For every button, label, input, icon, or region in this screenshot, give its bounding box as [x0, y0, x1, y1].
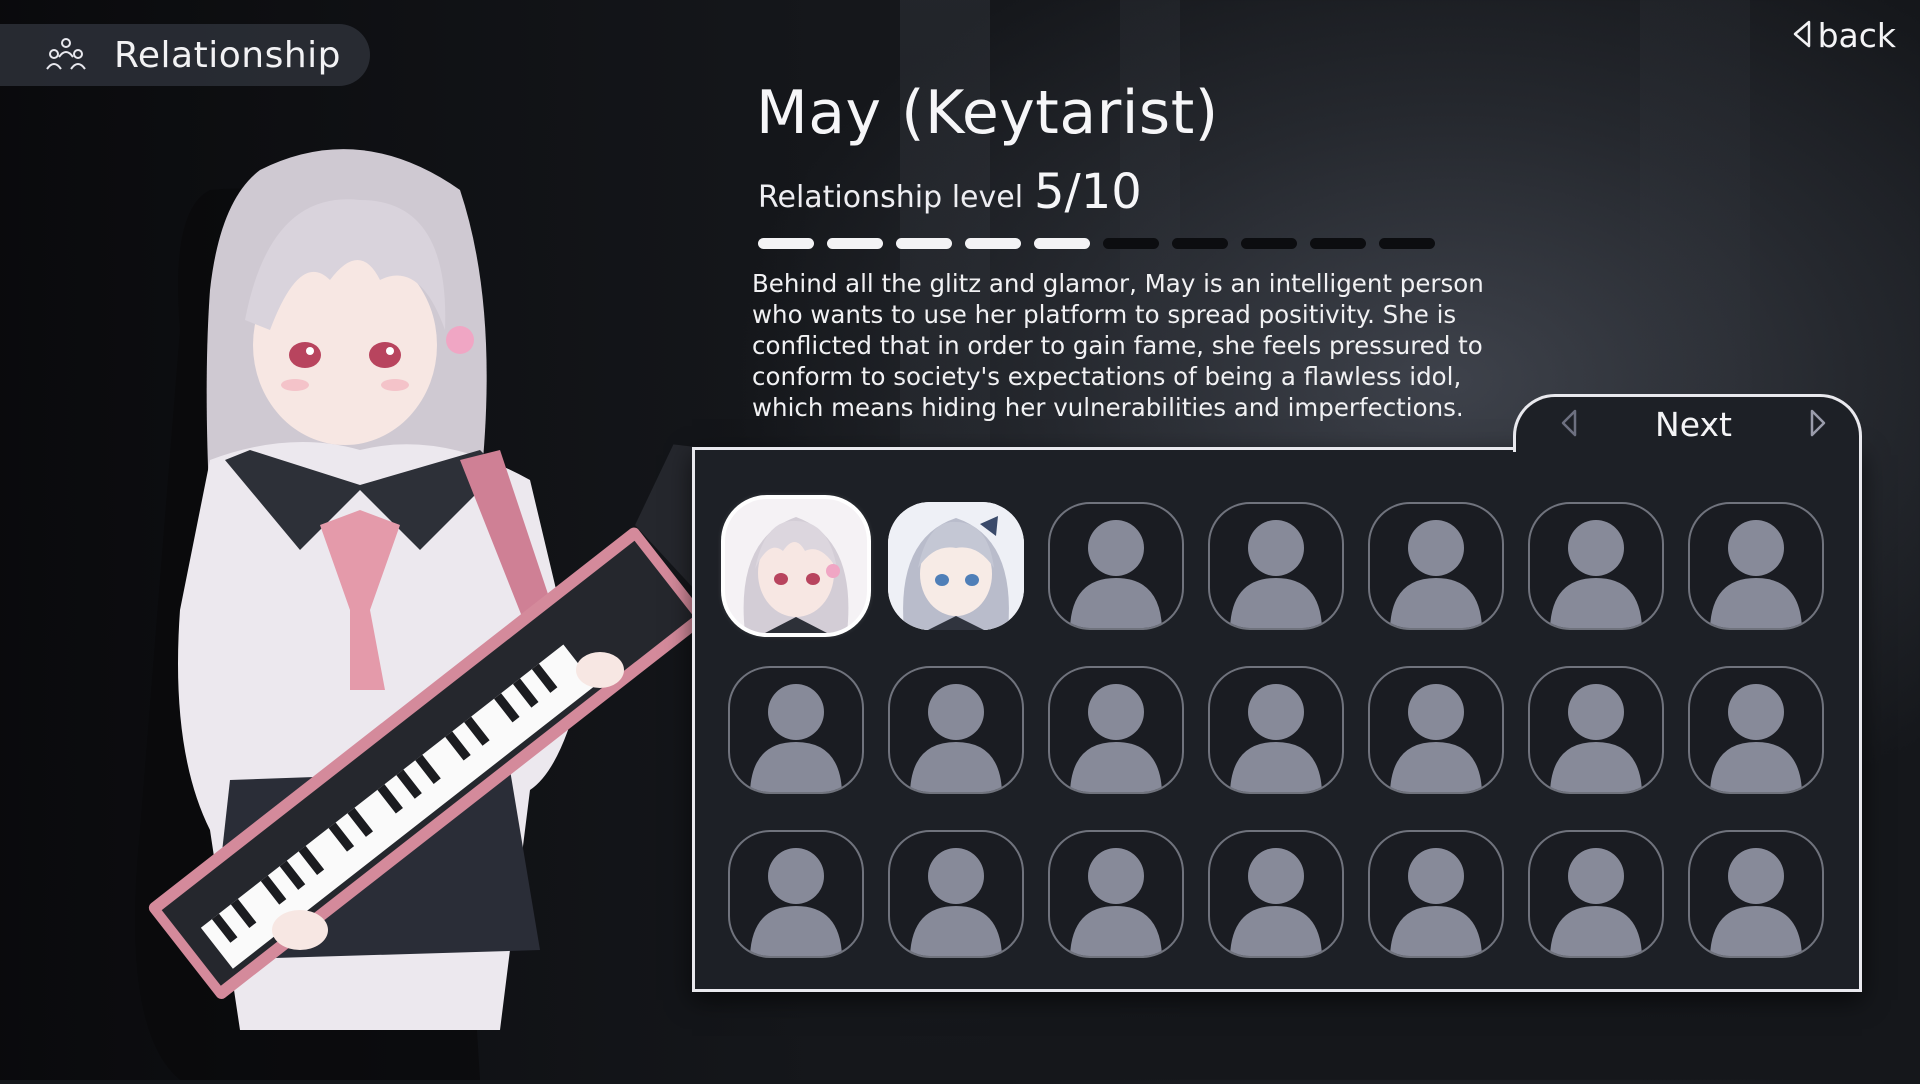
triangle-right-icon [1809, 408, 1827, 442]
triangle-left-icon [1792, 20, 1812, 52]
locked-character-slot[interactable] [728, 830, 864, 958]
locked-character-slot[interactable] [1048, 666, 1184, 794]
silhouette-icon [1370, 832, 1502, 956]
locked-character-slot[interactable] [888, 666, 1024, 794]
character-grid [725, 499, 1824, 966]
character-slot[interactable] [888, 502, 1024, 630]
locked-character-slot[interactable] [1688, 830, 1824, 958]
character-description: Behind all the glitz and glamor, May is … [752, 269, 1484, 422]
locked-character-slot[interactable] [1208, 502, 1344, 630]
back-label: back [1817, 16, 1896, 55]
level-segment [1034, 238, 1090, 249]
relationship-level-label: Relationship level [758, 180, 1024, 215]
locked-character-slot[interactable] [1048, 502, 1184, 630]
silhouette-icon [1050, 504, 1182, 628]
silhouette-icon [730, 832, 862, 956]
silhouette-icon [1210, 504, 1342, 628]
silhouette-icon [730, 668, 862, 792]
character-illustration [60, 130, 720, 1081]
level-segment [1379, 238, 1435, 249]
silhouette-icon [1690, 504, 1822, 628]
relationship-level-bar [758, 238, 1435, 249]
silhouette-icon [1210, 668, 1342, 792]
silhouette-icon [1530, 504, 1662, 628]
next-page-label[interactable]: Next [1655, 405, 1732, 444]
next-page-button[interactable] [1807, 409, 1829, 441]
screen-title: Relationship [114, 34, 341, 76]
silhouette-icon [1210, 832, 1342, 956]
character-name: May (Keytarist) [756, 78, 1219, 148]
tab-joint [1516, 444, 1859, 452]
silhouette-icon [1690, 832, 1822, 956]
level-segment [1103, 238, 1159, 249]
level-segment [827, 238, 883, 249]
triangle-left-icon [1560, 408, 1578, 442]
locked-character-slot[interactable] [1528, 502, 1664, 630]
group-icon [42, 31, 90, 79]
locked-character-slot[interactable] [1368, 830, 1504, 958]
locked-character-slot[interactable] [1368, 502, 1504, 630]
silver-hair-blue-eyes-portrait [888, 502, 1024, 630]
level-segment [896, 238, 952, 249]
silhouette-icon [1370, 504, 1502, 628]
level-segment [758, 238, 814, 249]
level-segment [965, 238, 1021, 249]
level-segment [1310, 238, 1366, 249]
locked-character-slot[interactable] [1048, 830, 1184, 958]
silhouette-icon [1530, 668, 1662, 792]
level-segment [1172, 238, 1228, 249]
locked-character-slot[interactable] [1208, 666, 1344, 794]
locked-character-slot[interactable] [1528, 830, 1664, 958]
locked-character-slot[interactable] [1688, 666, 1824, 794]
prev-page-button[interactable] [1558, 409, 1580, 441]
silhouette-icon [1050, 832, 1182, 956]
relationship-level-value: 5/10 [1034, 164, 1142, 220]
locked-character-slot[interactable] [1688, 502, 1824, 630]
silhouette-icon [890, 668, 1022, 792]
silhouette-icon [1690, 668, 1822, 792]
silhouette-icon [1530, 832, 1662, 956]
locked-character-slot[interactable] [1528, 666, 1664, 794]
locked-character-slot[interactable] [1368, 666, 1504, 794]
back-button[interactable]: back [1792, 16, 1896, 55]
locked-character-slot[interactable] [1208, 830, 1344, 958]
screen-header: Relationship [0, 24, 370, 86]
silhouette-icon [1050, 668, 1182, 792]
locked-character-slot[interactable] [728, 666, 864, 794]
character-slot[interactable] [725, 499, 867, 633]
locked-character-slot[interactable] [888, 830, 1024, 958]
level-segment [1241, 238, 1297, 249]
silhouette-icon [890, 832, 1022, 956]
silhouette-icon [1370, 668, 1502, 792]
may-portrait [725, 499, 867, 633]
